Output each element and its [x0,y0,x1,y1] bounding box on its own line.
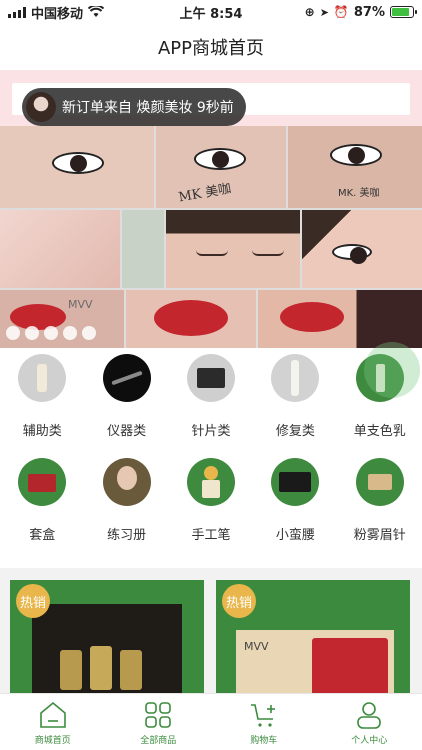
wifi-icon [88,6,105,17]
banner-photo-face-1 [0,210,120,288]
category-item-powder-brow[interactable]: 粉雾眉针 [338,458,422,543]
carousel-dot[interactable] [44,326,58,340]
category-label: 单支色乳 [353,424,406,439]
banner-photo-face-2 [302,210,422,288]
battery-icon [390,6,417,18]
order-notification-toast: 新订单来自 焕颜美妆 9秒前 [22,88,246,126]
needle-icon [186,354,235,402]
category-label: 针片类 [191,424,231,439]
category-item-gift-box[interactable]: 套盒 [0,458,84,543]
category-label: 辅助类 [22,424,62,439]
banner-watermark-2: MK. 美咖 [338,188,380,199]
page-header: APP商城首页 [0,24,422,70]
tab-label: 购物车 [250,736,278,746]
banner-photo-lips-3 [258,290,422,348]
banner-watermark: MK 美咖 [177,181,233,206]
manual-pen-icon [186,458,235,506]
category-item-repair[interactable]: 修复类 [253,354,337,439]
category-label: 小蛮腰 [275,528,315,543]
carousel-dot[interactable] [25,326,39,340]
tab-label: 商城首页 [34,736,71,746]
bottom-tab-bar: 商城首页 全部商品 购物车 个人中心 [0,693,422,750]
home-icon [39,701,66,728]
banner-photo-eye-3: MK. 美咖 [288,126,422,208]
user-icon [357,702,382,729]
category-label: 修复类 [275,424,315,439]
signal-icon [8,6,26,18]
carousel-indicator[interactable] [6,326,96,340]
page-title: APP商城首页 [157,38,265,59]
category-item-waist-device[interactable]: 小蛮腰 [253,458,337,543]
tab-label: 个人中心 [351,736,388,746]
hot-sale-badge: 热销 [222,584,256,618]
product-brand: MVV [244,640,269,653]
floating-overlay [364,342,420,398]
category-item-manual-pen[interactable]: 手工笔 [169,458,253,543]
category-item-practice-book[interactable]: 练习册 [84,458,168,543]
powder-brow-needle-icon [355,458,404,506]
carousel-dot[interactable] [82,326,96,340]
category-item-auxiliary[interactable]: 辅助类 [0,354,84,439]
tab-profile[interactable]: 个人中心 [317,694,422,750]
tab-cart[interactable]: 购物车 [211,694,317,750]
category-label: 粉雾眉针 [353,528,406,543]
product-card[interactable]: MVV 热销 [216,580,410,698]
rotation-lock-icon: ⊕ [304,5,315,19]
product-card[interactable]: 热销 [10,580,204,698]
grid-icon [145,702,172,728]
banner-photo-flowers [122,210,164,288]
alarm-icon: ⏰ [333,5,349,19]
carrier-label: 中国移动 [31,6,84,22]
banner-watermark-3: MVV [68,298,93,311]
instrument-icon [102,354,151,402]
carousel-dot[interactable] [6,326,20,340]
hot-sale-badge: 热销 [16,584,50,618]
banner-photo-eye-1 [0,126,154,208]
battery-percent: 87% [353,4,385,20]
cart-icon [250,704,275,727]
avatar [26,92,56,122]
repair-cream-icon [271,354,320,402]
category-label: 仪器类 [107,424,147,439]
banner-photo-lips-2 [126,290,256,348]
tab-home[interactable]: 商城首页 [0,694,106,750]
practice-book-icon [102,458,151,506]
toast-text: 新订单来自 焕颜美妆 9秒前 [62,100,234,116]
carousel-dot[interactable] [63,326,77,340]
category-item-instrument[interactable]: 仪器类 [84,354,168,439]
category-grid: 辅助类 仪器类 针片类 修复类 单支色乳 套盒 练习册 手工笔 小蛮腰 粉雾眉针 [0,354,422,543]
auxiliary-product-icon [18,354,67,402]
category-label: 手工笔 [191,528,231,543]
banner-carousel[interactable]: MK 美咖 MK. 美咖 MVV [0,126,422,348]
category-label: 练习册 [107,528,147,543]
waist-device-icon [271,458,320,506]
status-bar: 中国移动 上午 8:54 ⊕ ➤ ⏰ 87% [0,0,422,24]
tab-label: 全部商品 [140,736,177,746]
category-label: 套盒 [29,528,56,543]
category-item-needle[interactable]: 针片类 [169,354,253,439]
location-icon: ➤ [319,5,329,19]
banner-photo-eye-2: MK 美咖 [156,126,286,208]
tab-all-products[interactable]: 全部商品 [106,694,212,750]
gift-box-icon [18,458,67,506]
battery-fill [392,8,410,16]
banner-photo-closed-eyes [166,210,300,288]
